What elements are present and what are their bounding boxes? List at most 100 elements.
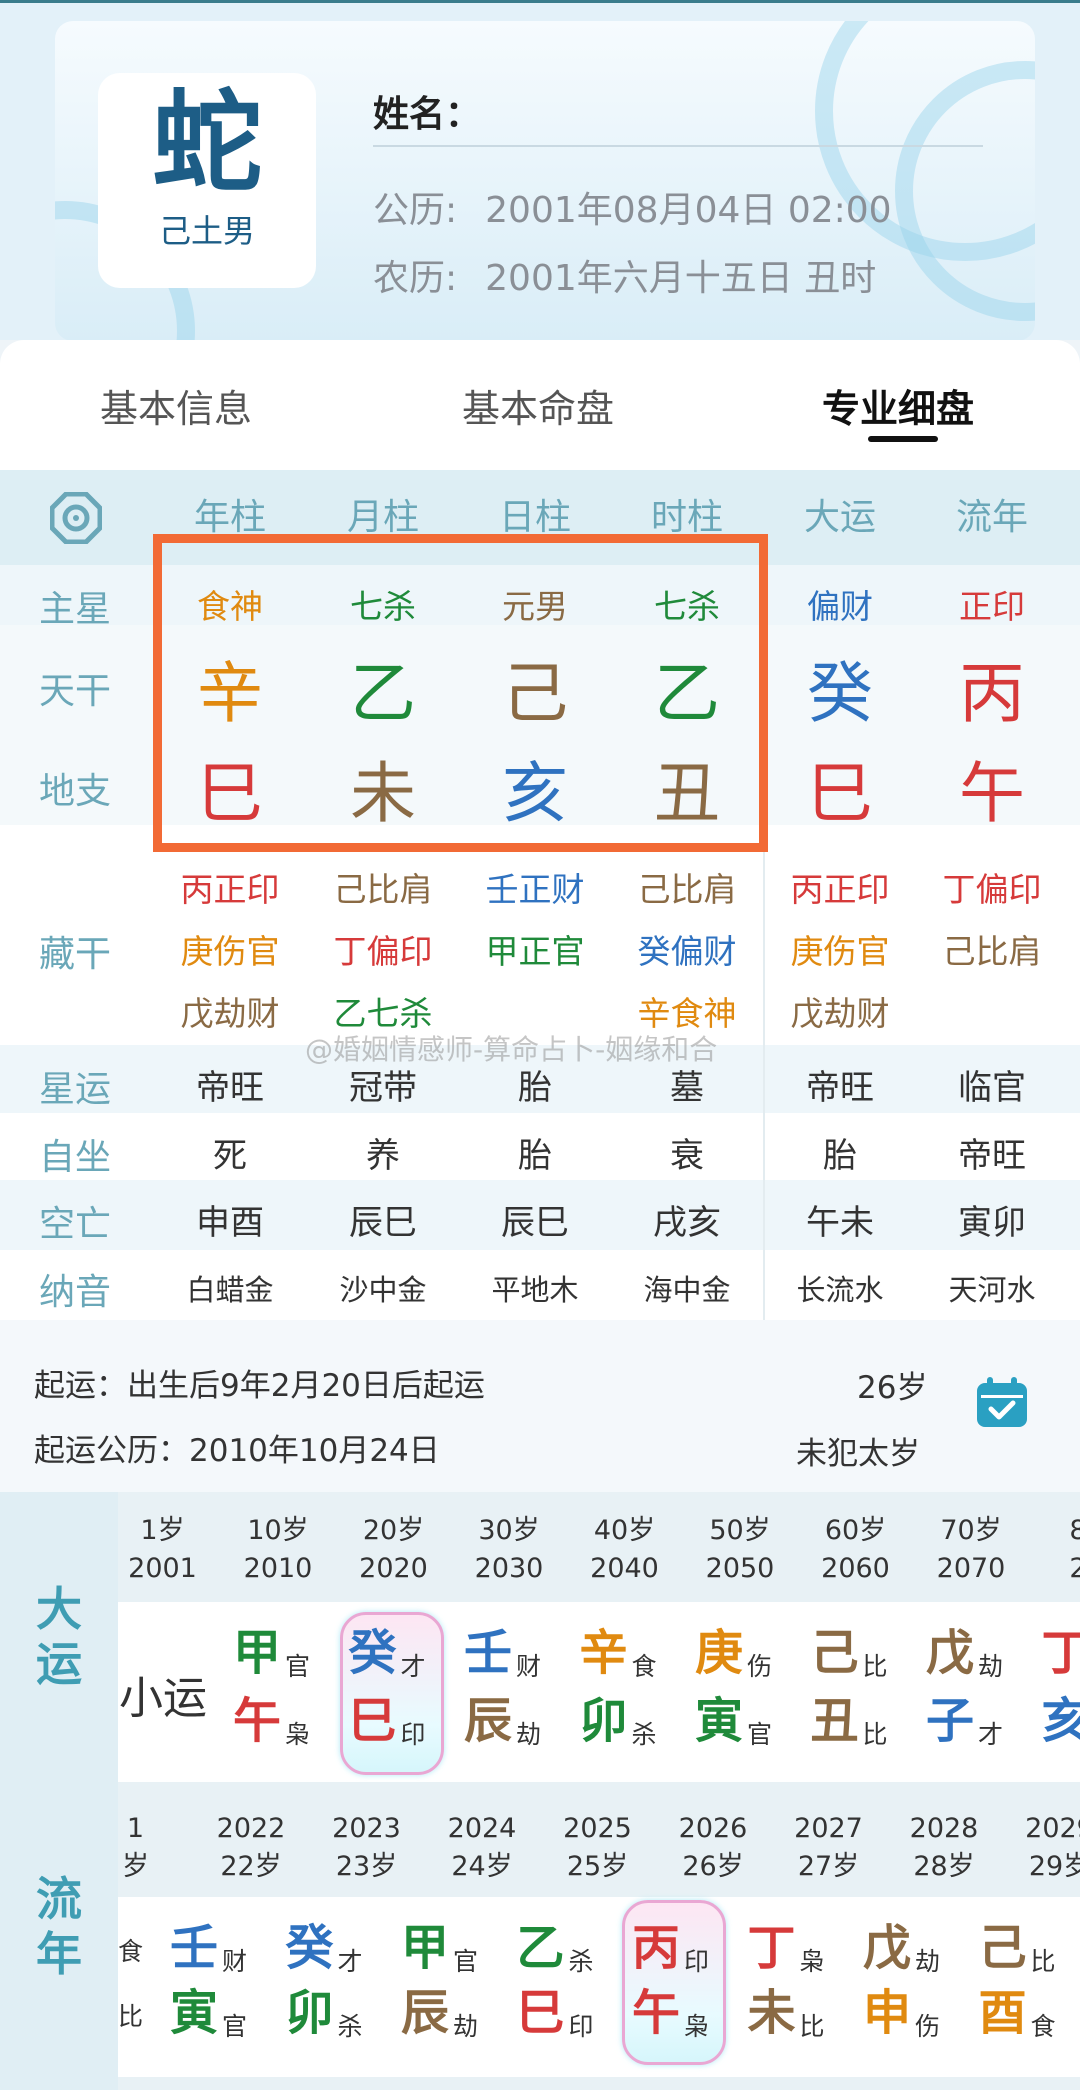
fortune-ganzhi[interactable]: 卯杀 [580,1690,680,1752]
shishen-label: 印 [400,1720,426,1749]
ganzhi-char: 寅 [695,1693,744,1749]
name-line: 姓名： [373,85,481,137]
fortune-year: 2070 [936,1553,1006,1584]
fortune-ganzhi[interactable]: 甲官 [233,1622,333,1684]
ganzhi-char: 申 [863,1985,912,2041]
annual-year: 1 [126,1813,145,1844]
xiaoyun-label[interactable]: 小运 [118,1662,208,1726]
hidden-stem: 癸偏财 [637,932,737,971]
annual-year: 2027 [794,1813,863,1844]
fortune-ganzhi[interactable]: 己比 [811,1622,911,1684]
annual-year: 2028 [909,1813,979,1844]
fortune-ganzhi[interactable]: 寅官 [695,1690,795,1752]
lunar-label: 农历: [373,258,458,299]
current-age: 26岁 [857,1370,928,1406]
fortune-ganzhi[interactable]: 亥 [1042,1690,1080,1752]
annual-ganzhi[interactable]: 己比 [979,1917,1079,1979]
tab-basic-info[interactable]: 基本信息 [100,378,252,433]
row-label: 藏干 [38,934,111,975]
nayin: 平地木 [491,1273,579,1307]
shishen-label: 官 [222,2012,248,2041]
row-label: 纳音 [38,1272,111,1313]
ganzhi-char: 辛 [579,1625,628,1681]
shishen-label: 劫 [978,1652,1004,1681]
annual-ganzhi[interactable]: 未比 [748,1982,848,2044]
hidden-stem: 丙正印 [790,870,890,909]
annual-year: 2029 [1025,1813,1080,1844]
void-branch: 寅卯 [958,1203,1026,1243]
shishen-label: 比 [799,2012,825,2041]
hidden-stem: 庚伤官 [790,932,890,971]
ganzhi-char: 己 [810,1625,859,1681]
annual-ganzhi[interactable]: 巳印 [517,1982,617,2044]
row-label: 天干 [38,671,111,712]
fortune-ganzhi[interactable]: 午枭 [233,1690,333,1752]
annual-ganzhi[interactable]: 乙杀 [517,1917,617,1979]
fortune-age: 60岁 [824,1515,887,1546]
profile-header: 蛇 己土男 姓名： 公历: 2001年08月04日 02:00 农历: 2001年六… [0,0,1080,341]
calendar-check-icon[interactable] [975,1375,1029,1429]
fortune-age: 50岁 [709,1515,771,1546]
annual-ganzhi[interactable]: 戊劫 [863,1917,963,1979]
void-branch: 辰巳 [349,1203,417,1243]
earthly-branch: 巳 [807,755,873,832]
tab-pro-chart[interactable]: 专业细盘 [822,378,974,433]
annual-ganzhi[interactable]: 寅官 [170,1982,270,2044]
fortune-ganzhi[interactable]: 丑比 [811,1690,911,1752]
fortune-ganzhi[interactable]: 辰劫 [464,1690,564,1752]
annual-ganzhi[interactable]: 午枭 [632,1982,732,2044]
ganzhi-char: 巳 [348,1693,397,1749]
fortune-ganzhi[interactable]: 辛食 [580,1622,680,1684]
fortune-ganzhi[interactable]: 戊劫 [926,1622,1026,1684]
annual-year: 2026 [678,1813,748,1844]
section-label-text: 大运 [36,1582,82,1692]
annual-ganzhi[interactable]: 卯杀 [286,1982,386,2044]
ganzhi-char: 癸 [348,1625,397,1681]
ganzhi-char: 卯 [285,1985,334,2041]
annual-ganzhi[interactable]: 酉食 [979,1982,1079,2044]
annual-ganzhi[interactable]: 丙印 [632,1917,732,1979]
self-seat: 胎 [823,1136,857,1176]
column-header: 流年 [955,497,1028,538]
shishen-label: 才 [978,1720,1004,1749]
fortune-ganzhi[interactable]: 壬财 [464,1622,564,1684]
ganzhi-char: 子 [926,1693,975,1749]
fortune-age: 20岁 [362,1515,425,1546]
main-star: 正印 [959,587,1025,626]
tab-basic-chart[interactable]: 基本命盘 [462,378,614,433]
ganzhi-char: 甲 [233,1625,282,1681]
ganzhi-char: 壬 [464,1625,513,1681]
fortune-ganzhi[interactable]: 巳印 [349,1690,449,1752]
row-label: 主星 [38,589,111,630]
row-label: 星运 [38,1069,111,1110]
fortune-ganzhi[interactable]: 癸才 [349,1622,449,1684]
fortune-ganzhi[interactable]: 子才 [926,1690,1026,1752]
fortune-ganzhi[interactable]: 庚伤 [695,1622,795,1684]
bagua-icon [49,491,103,545]
annual-age: 岁 [122,1851,149,1882]
annual-ganzhi[interactable]: 辰劫 [401,1982,501,2044]
annual-ganzhi[interactable]: 癸才 [286,1917,386,1979]
ganzhi-char: 壬 [170,1920,219,1976]
column-header: 大运 [803,497,876,538]
annual-ganzhi[interactable]: 甲官 [401,1917,501,1979]
fortune-ganzhi[interactable]: 丁 [1042,1622,1080,1684]
fortune-year: 20 [1069,1553,1080,1584]
hidden-stem: 壬正财 [485,870,585,909]
nayin: 长流水 [796,1273,884,1307]
fortune-age: 70岁 [940,1515,1002,1546]
annual-ganzhi[interactable]: 申伤 [863,1982,963,2044]
annual-age: 27岁 [797,1851,860,1882]
solar-value: 2001年08月04日 02:00 [485,190,892,231]
self-seat: 死 [213,1136,247,1176]
ganzhi-char: 辰 [464,1693,513,1749]
fortune-age: 30岁 [478,1515,540,1546]
annual-ganzhi[interactable]: 丁枭 [748,1917,848,1979]
shishen-label: 比 [862,1652,888,1681]
shishen-label: 官 [285,1652,311,1681]
hidden-stem: 戊劫财 [790,994,890,1033]
watermark: @婚姻情感师-算命占卜-姻缘和合 [305,1033,718,1066]
annual-ganzhi[interactable]: 壬财 [170,1917,270,1979]
ganzhi-char: 己 [978,1920,1027,1976]
nayin: 海中金 [643,1273,731,1307]
